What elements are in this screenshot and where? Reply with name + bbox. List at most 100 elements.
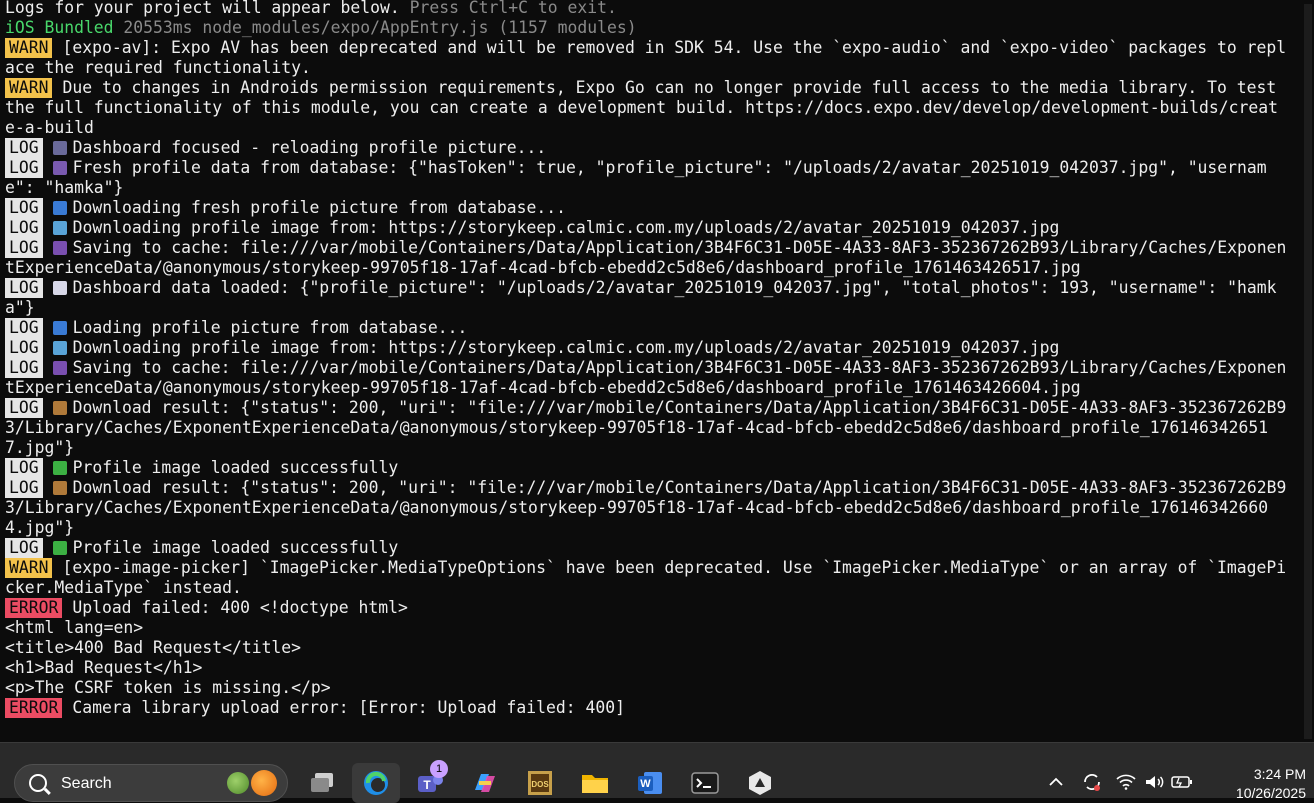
- file-explorer-icon[interactable]: [571, 763, 619, 803]
- sync-icon[interactable]: [1072, 771, 1112, 798]
- log-badge: LOG: [5, 538, 43, 558]
- taskbar-search-box[interactable]: Search: [14, 764, 288, 802]
- log-text: Profile image loaded successfully: [72, 538, 399, 557]
- log-badge: LOG: [5, 158, 43, 178]
- floppy-icon: [52, 241, 67, 255]
- app-icon[interactable]: [736, 763, 784, 803]
- log-text: Saving to cache: file:///var/mobile/Cont…: [5, 358, 1287, 397]
- log-line: WARN Due to changes in Androids permissio…: [5, 78, 1287, 138]
- search-label: Search: [61, 775, 112, 792]
- log-badge: LOG: [5, 338, 43, 358]
- log-text: Downloading profile image from: https://…: [72, 218, 1060, 237]
- log-line: LOG Downloading profile image from: https…: [5, 338, 1287, 358]
- log-text: Saving to cache: file:///var/mobile/Cont…: [5, 238, 1287, 277]
- terminal-window[interactable]: Logs for your project will appear below.…: [0, 0, 1314, 742]
- teams-icon[interactable]: T 1: [406, 760, 454, 803]
- log-text: Loading profile picture from database...: [72, 318, 468, 337]
- log-line: Logs for your project will appear below.…: [5, 0, 1287, 18]
- clock-time: 3:24 PM: [1253, 766, 1306, 782]
- log-text: Fresh profile data from database: {"hasT…: [5, 158, 1267, 197]
- log-text: [expo-image-picker] `ImagePicker.MediaTy…: [5, 558, 1287, 597]
- scrollbar-thumb[interactable]: [1304, 4, 1312, 739]
- log-line: <title>400 Bad Request</title>: [5, 638, 1287, 658]
- log-text: Upload failed: 400 <!doctype html>: [72, 598, 408, 617]
- log-badge: LOG: [5, 278, 43, 298]
- log-text: Due to changes in Androids permission re…: [5, 78, 1287, 137]
- word-icon[interactable]: W: [626, 763, 674, 803]
- teams-notification-badge: 1: [430, 760, 448, 778]
- log-text: <p>The CSRF token is missing.</p>: [5, 678, 331, 697]
- log-text: Dashboard focused - reloading profile pi…: [72, 138, 547, 157]
- log-line: LOG Downloading profile image from: https…: [5, 218, 1287, 238]
- log-badge: LOG: [5, 198, 43, 218]
- log-badge: LOG: [5, 358, 43, 378]
- terminal-output: Logs for your project will appear below.…: [5, 0, 1287, 718]
- dosbox-icon[interactable]: DOS: [516, 763, 564, 803]
- task-view-icon[interactable]: [298, 763, 346, 803]
- log-line: LOG Download result: {"status": 200, "uri…: [5, 478, 1287, 538]
- log-text: [expo-av]: Expo AV has been deprecated a…: [5, 38, 1287, 77]
- log-text: Download result: {"status": 200, "uri": …: [5, 478, 1287, 537]
- phone-icon: [52, 141, 67, 155]
- svg-text:W: W: [640, 778, 651, 790]
- chevron-up-icon[interactable]: [1048, 775, 1072, 793]
- log-line: <p>The CSRF token is missing.</p>: [5, 678, 1287, 698]
- log-text: Logs for your project will appear below.: [5, 0, 400, 17]
- chart-icon: [52, 281, 67, 295]
- search-icon: [29, 774, 47, 792]
- volume-icon[interactable]: [1140, 774, 1168, 795]
- warn-badge: WARN: [5, 78, 53, 98]
- person-icon: [52, 161, 67, 175]
- log-text: Camera library upload error: [Error: Upl…: [72, 698, 625, 717]
- log-badge: LOG: [5, 218, 43, 238]
- log-text: 20553ms node_modules/expo/AppEntry.js (1…: [113, 18, 637, 37]
- wifi-icon[interactable]: [1112, 774, 1140, 795]
- pumpkin-icon: [251, 770, 277, 796]
- log-line: LOG Fresh profile data from database: {"h…: [5, 158, 1287, 198]
- log-line: LOG Download result: {"status": 200, "uri…: [5, 398, 1287, 458]
- log-badge: LOG: [5, 138, 43, 158]
- windows-taskbar: Search T 1 DOS W 3:24 PM 10/26/2025: [0, 742, 1314, 803]
- error-badge: ERROR: [5, 598, 63, 618]
- svg-text:DOS: DOS: [531, 780, 549, 789]
- log-line: LOG Dashboard focused - reloading profile…: [5, 138, 1287, 158]
- log-badge: LOG: [5, 458, 43, 478]
- check-icon: [52, 461, 67, 475]
- clock-date: 10/26/2025: [1235, 785, 1306, 801]
- log-line: LOG Dashboard data loaded: {"profile_pict…: [5, 278, 1287, 318]
- log-line: LOG Saving to cache: file:///var/mobile/C…: [5, 238, 1287, 278]
- log-badge: LOG: [5, 398, 43, 418]
- log-line: LOG Downloading fresh profile picture fro…: [5, 198, 1287, 218]
- edge-icon[interactable]: [352, 763, 400, 803]
- log-line: WARN [expo-av]: Expo AV has been deprecat…: [5, 38, 1287, 78]
- log-line: iOS Bundled 20553ms node_modules/expo/Ap…: [5, 18, 1287, 38]
- terminal-icon[interactable]: [681, 763, 729, 803]
- taskbar-clock[interactable]: 3:24 PM 10/26/2025: [1236, 765, 1306, 803]
- warn-badge: WARN: [5, 38, 53, 58]
- package-icon: [52, 481, 67, 495]
- log-badge: LOG: [5, 238, 43, 258]
- error-badge: ERROR: [5, 698, 63, 718]
- log-badge: LOG: [5, 318, 43, 338]
- log-text: <html lang=en>: [5, 618, 144, 637]
- log-line: LOG Profile image loaded successfully: [5, 538, 1287, 558]
- log-text: Downloading profile image from: https://…: [72, 338, 1060, 357]
- copilot-icon[interactable]: [461, 763, 509, 803]
- log-text: <title>400 Bad Request</title>: [5, 638, 302, 657]
- log-line: <html lang=en>: [5, 618, 1287, 638]
- terminal-scrollbar[interactable]: [1304, 4, 1312, 739]
- floppy-icon: [52, 361, 67, 375]
- picture-icon: [52, 341, 67, 355]
- bundled-label: iOS Bundled: [5, 18, 114, 37]
- battery-icon[interactable]: [1168, 775, 1196, 794]
- picture-icon: [52, 221, 67, 235]
- log-text: Download result: {"status": 200, "uri": …: [5, 398, 1287, 457]
- log-text: Profile image loaded successfully: [72, 458, 399, 477]
- log-line: LOG Saving to cache: file:///var/mobile/C…: [5, 358, 1287, 398]
- log-badge: LOG: [5, 478, 43, 498]
- apple-icon: [227, 772, 249, 794]
- inbox-icon: [52, 321, 67, 335]
- log-hint-text: Press Ctrl+C to exit.: [399, 0, 617, 17]
- log-line: LOG Profile image loaded successfully: [5, 458, 1287, 478]
- log-text: Downloading fresh profile picture from d…: [72, 198, 567, 217]
